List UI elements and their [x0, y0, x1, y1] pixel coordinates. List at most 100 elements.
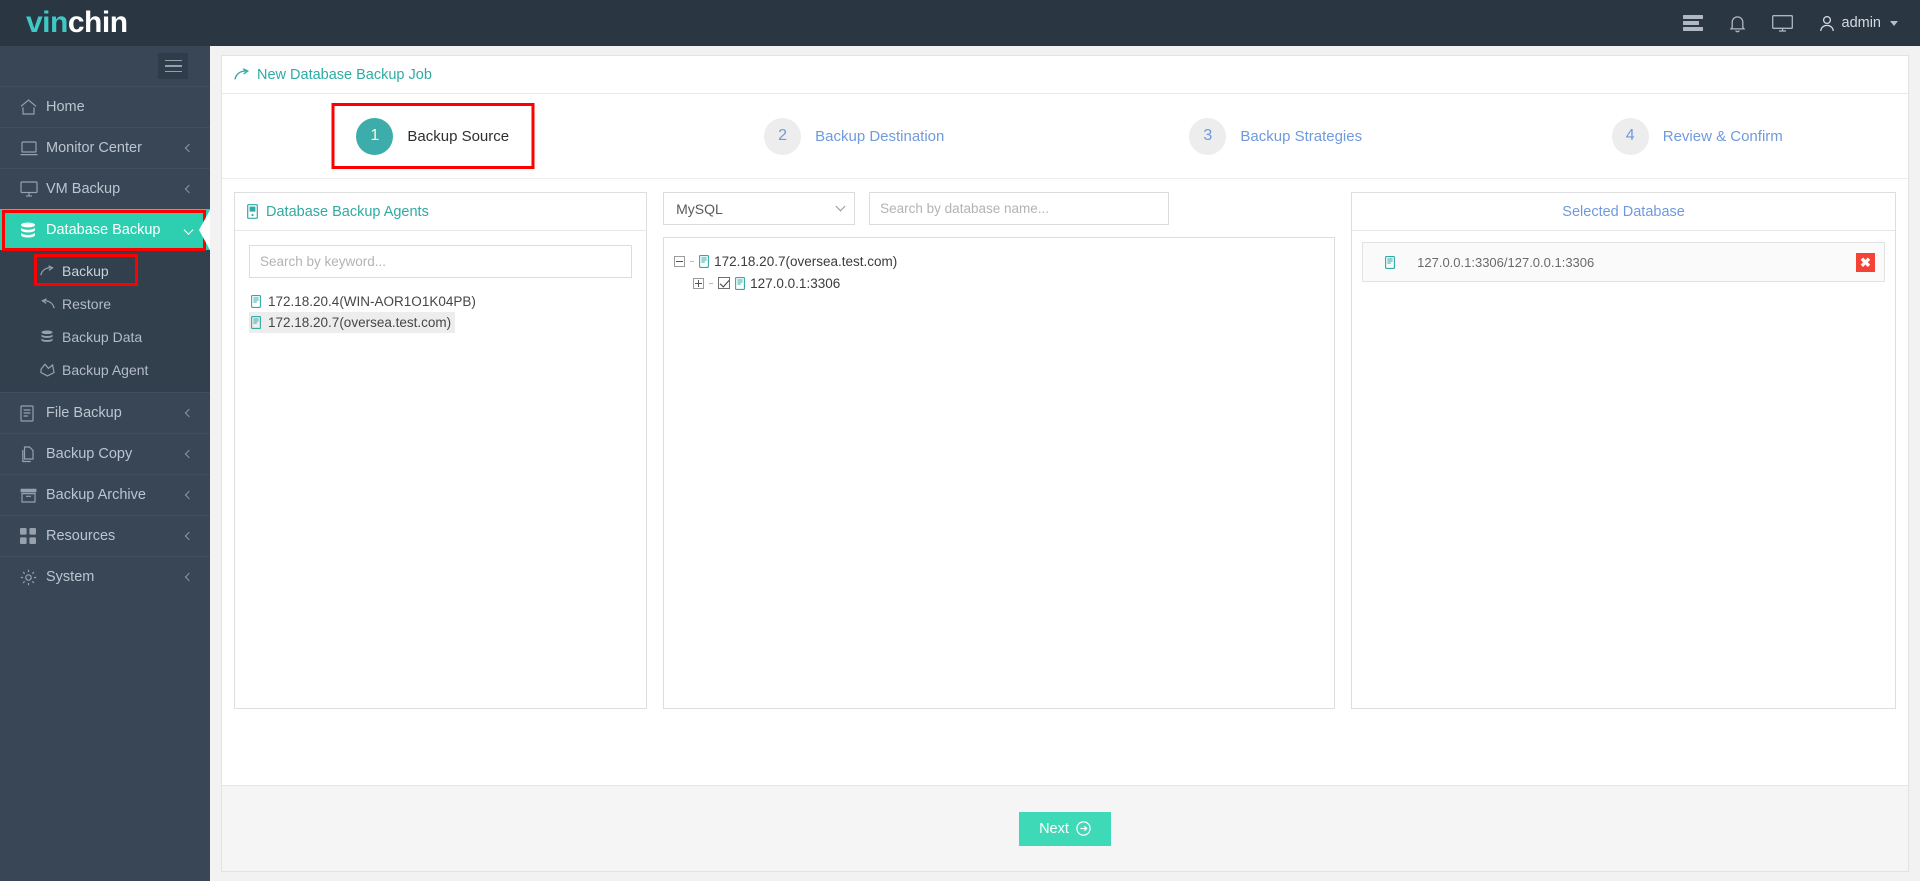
- sidebar-item-home[interactable]: Home: [0, 86, 210, 127]
- home-icon: [20, 99, 46, 115]
- database-stack-icon: [40, 330, 62, 344]
- sidebar-item-file-backup[interactable]: File Backup: [0, 392, 210, 433]
- list-item: 127.0.0.1:3306/127.0.0.1:3306 ✖: [1362, 242, 1885, 282]
- monitor-icon[interactable]: [1771, 14, 1793, 32]
- grid-icon: [20, 528, 46, 544]
- main-content: New Database Backup Job 1 Backup Source …: [210, 46, 1920, 881]
- chevron-left-icon: [184, 184, 194, 194]
- backup-arrow-icon: [234, 68, 250, 81]
- agent-icon: [40, 362, 62, 377]
- step-review-confirm[interactable]: 4 Review & Confirm: [1487, 117, 1909, 155]
- agent-search-input[interactable]: [249, 245, 633, 278]
- database-type-value: MySQL: [676, 200, 723, 217]
- server-icon: [699, 254, 710, 268]
- wizard-steps: 1 Backup Source 2 Backup Destination 3 B…: [222, 94, 1908, 179]
- sidebar-item-label: Resources: [46, 528, 116, 544]
- sidebar-item-monitor-center[interactable]: Monitor Center: [0, 127, 210, 168]
- sidebar: Home Monitor Center VM Backup Database B…: [0, 46, 210, 881]
- agents-panel-header: Database Backup Agents: [235, 193, 647, 231]
- restore-arrow-icon: [40, 297, 62, 310]
- tree-collapse-toggle[interactable]: [674, 255, 686, 267]
- database-backup-agents-panel: Database Backup Agents 172.18.20.4(WIN-A…: [234, 192, 648, 709]
- server-icon: [735, 276, 746, 290]
- backup-arrow-icon: [40, 264, 62, 277]
- sidebar-item-vm-backup[interactable]: VM Backup: [0, 168, 210, 209]
- sidebar-item-label: Backup Data: [62, 328, 143, 345]
- user-menu[interactable]: admin: [1819, 15, 1898, 32]
- server-icon: [251, 316, 261, 329]
- desktop-icon: [20, 181, 46, 197]
- chevron-down-icon: [1890, 20, 1898, 26]
- chevron-left-icon: [184, 531, 194, 541]
- sidebar-item-backup-archive[interactable]: Backup Archive: [0, 474, 210, 515]
- database-search-input[interactable]: [869, 192, 1170, 225]
- sidebar-item-label: System: [46, 569, 95, 585]
- next-button-label: Next: [1039, 820, 1069, 837]
- step-backup-source[interactable]: 1 Backup Source: [222, 103, 644, 169]
- next-button[interactable]: Next: [1019, 811, 1111, 846]
- laptop-icon: [20, 140, 46, 156]
- chevron-left-icon: [184, 490, 194, 500]
- step-number: 4: [1611, 117, 1649, 155]
- sidebar-item-backup-agent[interactable]: Backup Agent: [0, 353, 210, 386]
- hamburger-line: [164, 65, 182, 67]
- selected-database-panel: Selected Database 127.0.0.1:3306/127.0.0…: [1351, 192, 1896, 709]
- wizard-footer: Next: [222, 785, 1908, 871]
- chevron-left-icon: [184, 143, 194, 153]
- step-label: Backup Strategies: [1240, 127, 1363, 145]
- database-type-select[interactable]: MySQL: [663, 192, 856, 225]
- archive-icon: [20, 488, 46, 503]
- copy-icon: [20, 445, 46, 463]
- sidebar-item-system[interactable]: System: [0, 556, 210, 597]
- step-number: 2: [764, 117, 802, 155]
- sidebar-item-database-backup[interactable]: Database Backup: [0, 209, 210, 251]
- hamburger-line: [164, 70, 182, 73]
- brand-part-1: vin: [26, 6, 68, 39]
- sidebar-collapse-button[interactable]: [158, 53, 188, 79]
- wizard-card: New Database Backup Job 1 Backup Source …: [221, 55, 1909, 872]
- sidebar-item-label: Restore: [62, 295, 112, 312]
- sidebar-item-label: Monitor Center: [46, 140, 142, 156]
- selected-panel-title: Selected Database: [1562, 203, 1685, 220]
- sidebar-submenu-database-backup: Backup Restore Backup Data Backup Agent: [0, 250, 210, 392]
- database-tree-panel: 172.18.20.7(oversea.test.com) 127.0.0.1:…: [663, 237, 1336, 709]
- gear-icon: [20, 569, 46, 586]
- brand-logo[interactable]: vin chin: [0, 0, 210, 46]
- top-bar: vin chin admin: [0, 0, 1920, 46]
- tree-connector: [709, 282, 714, 284]
- step-number: 1: [356, 117, 394, 155]
- list-item[interactable]: 172.18.20.4(WIN-AOR1O1K04PB): [249, 291, 632, 312]
- tree-expand-toggle[interactable]: [693, 277, 705, 289]
- server-icon: [1385, 255, 1396, 269]
- database-icon: [20, 222, 46, 239]
- sidebar-item-resources[interactable]: Resources: [0, 515, 210, 556]
- remove-selected-database-button[interactable]: ✖: [1856, 252, 1875, 272]
- sidebar-item-label: Backup Copy: [46, 446, 133, 462]
- sidebar-toggle-row: [0, 46, 210, 86]
- user-name: admin: [1841, 15, 1882, 31]
- agents-panel-title: Database Backup Agents: [266, 203, 429, 220]
- selected-panel-body: 127.0.0.1:3306/127.0.0.1:3306 ✖: [1352, 231, 1895, 708]
- tree-node-root[interactable]: 172.18.20.7(oversea.test.com): [674, 250, 1324, 272]
- step-label: Backup Source: [407, 127, 510, 145]
- step-number: 3: [1189, 117, 1227, 155]
- app-root: vin chin admin Home Monitor Center VM Ba…: [0, 0, 1920, 881]
- tree-controls: MySQL: [663, 192, 1335, 225]
- sidebar-item-label: VM Backup: [46, 181, 121, 197]
- server-list-icon[interactable]: [1682, 15, 1703, 31]
- brand-part-2: chin: [67, 6, 128, 39]
- sidebar-item-backup[interactable]: Backup: [0, 254, 210, 287]
- sidebar-item-label: Backup Archive: [46, 487, 146, 503]
- breadcrumb: New Database Backup Job: [222, 56, 1908, 94]
- server-icon: [251, 295, 261, 308]
- sidebar-item-backup-copy[interactable]: Backup Copy: [0, 433, 210, 474]
- step-backup-destination[interactable]: 2 Backup Destination: [644, 117, 1066, 155]
- tree-node-checkbox[interactable]: [718, 277, 731, 289]
- sidebar-item-restore[interactable]: Restore: [0, 287, 210, 320]
- sidebar-item-label: Backup Agent: [62, 361, 149, 378]
- sidebar-item-backup-data[interactable]: Backup Data: [0, 320, 210, 353]
- bell-icon[interactable]: [1729, 14, 1746, 33]
- tree-node-child[interactable]: 127.0.0.1:3306: [674, 272, 1324, 294]
- list-item[interactable]: 172.18.20.7(oversea.test.com): [249, 312, 456, 333]
- step-backup-strategies[interactable]: 3 Backup Strategies: [1065, 117, 1487, 155]
